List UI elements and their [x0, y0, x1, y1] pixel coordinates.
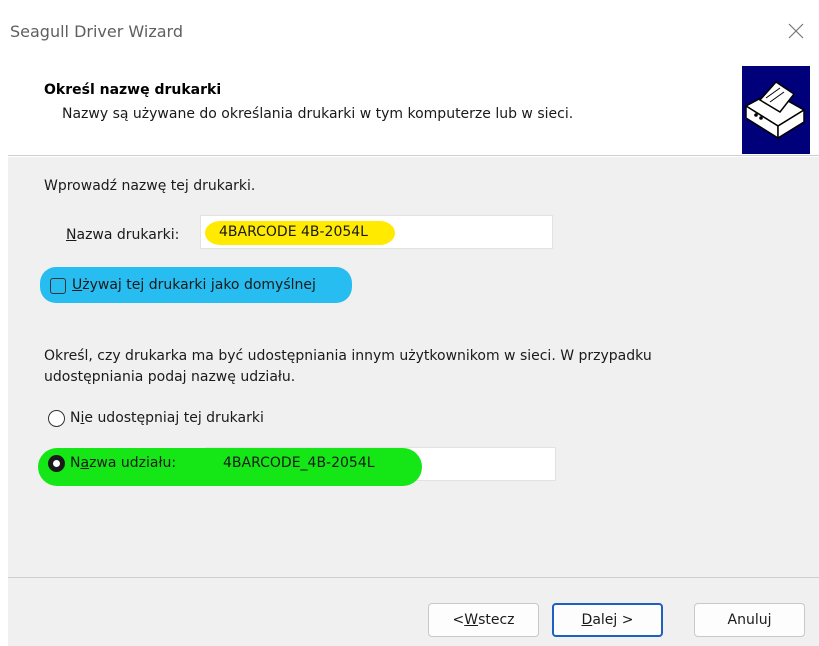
- share-instruction-line2: udostępniania podaj nazwę udziału.: [44, 369, 296, 385]
- default-printer-rest: żywaj tej drukarki jako domyślnej: [82, 277, 316, 293]
- default-printer-checkbox[interactable]: [50, 278, 66, 294]
- cancel-button[interactable]: Anuluj: [694, 603, 805, 637]
- window-title: Seagull Driver Wizard: [10, 22, 183, 41]
- close-icon: [788, 23, 804, 39]
- share-name-value: 4BARCODE_4B-2054L: [223, 455, 375, 471]
- back-button[interactable]: < Wstecz: [428, 603, 539, 637]
- wizard-header: Określ nazwę drukarki Nazwy są używane d…: [8, 64, 819, 156]
- next-rest: alej >: [592, 612, 634, 628]
- printer-name-label: Nazwa drukarki:: [66, 227, 179, 243]
- no-share-pre: N: [70, 410, 81, 426]
- share-name-label[interactable]: Nazwa udziału:: [70, 455, 176, 471]
- share-name-radio[interactable]: [48, 455, 65, 472]
- next-button[interactable]: Dalej >: [552, 603, 663, 637]
- header-title: Określ nazwę drukarki: [44, 82, 222, 98]
- printer-name-value: 4BARCODE 4B-2054L: [219, 224, 368, 240]
- share-name-mnemonic: a: [80, 455, 90, 471]
- printer-name-label-mnemonic: N: [66, 227, 77, 243]
- default-printer-label[interactable]: Używaj tej drukarki jako domyślnej: [72, 277, 316, 293]
- close-button[interactable]: [779, 14, 813, 48]
- printer-icon-panel: [742, 66, 810, 154]
- no-share-radio[interactable]: [48, 410, 65, 427]
- printer-name-input[interactable]: 4BARCODE 4B-2054L: [200, 215, 553, 249]
- default-printer-mnemonic: U: [72, 277, 83, 293]
- printer-icon: [744, 81, 806, 140]
- name-instruction: Wprowadź nazwę tej drukarki.: [44, 178, 256, 194]
- share-instruction-line1: Określ, czy drukarka ma być udostępniani…: [44, 348, 652, 364]
- share-name-pre: N: [70, 455, 81, 471]
- header-subtitle: Nazwy są używane do określania drukarki …: [62, 106, 574, 122]
- title-bar: Seagull Driver Wizard: [0, 0, 819, 64]
- share-name-rest: zwa udziału:: [89, 455, 177, 471]
- back-mnemonic: W: [464, 612, 479, 628]
- back-rest: stecz: [478, 612, 515, 628]
- no-share-label[interactable]: Nie udostępniaj tej drukarki: [70, 410, 264, 426]
- no-share-rest: e udostępniaj tej drukarki: [84, 410, 264, 426]
- next-mnemonic: D: [581, 612, 593, 628]
- back-prefix: <: [452, 612, 465, 628]
- printer-name-label-rest: azwa drukarki:: [76, 227, 180, 243]
- wizard-footer: < Wstecz Dalej > Anuluj: [8, 577, 819, 646]
